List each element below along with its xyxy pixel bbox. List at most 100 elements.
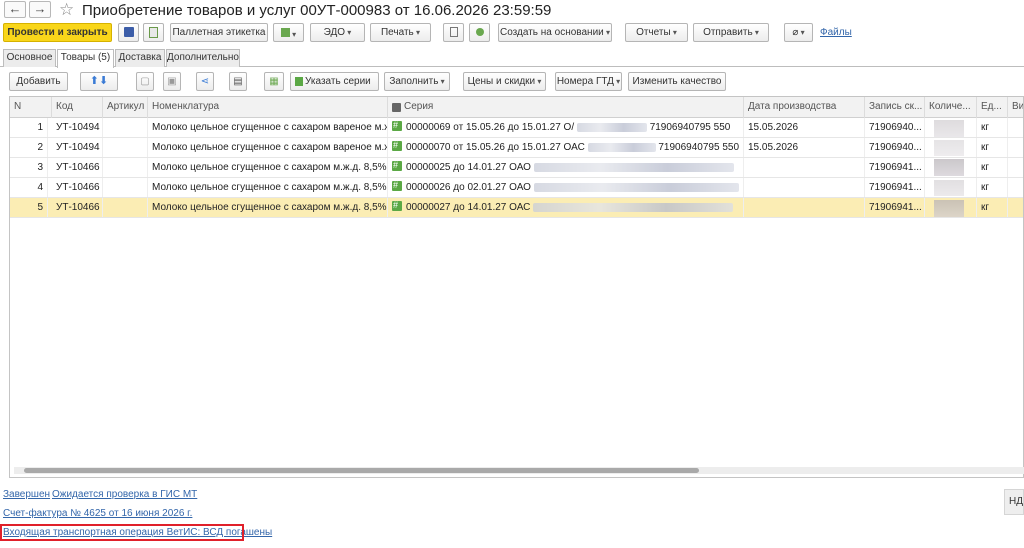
series-text: 00000070 от 15.05.26 до 15.01.27 ОАС [406,142,585,153]
gtd-numbers-button[interactable]: Номера ГТД [555,72,622,91]
pallet-label-button[interactable]: Паллетная этикетка [170,23,268,42]
table-row[interactable]: 4 УТ-10466 Молоко цельное сгущенное с са… [10,178,1023,198]
prices-label: Цены и скидки [467,76,536,87]
cell-code: УТ-10494 [52,138,103,157]
col-quantity[interactable]: Количе... [925,97,977,118]
col-record[interactable]: Запись ск... [865,97,925,118]
col-n[interactable]: N [10,97,52,118]
tab-bar: Основное Товары (5) Доставка Дополнитель… [0,49,1024,68]
cell-record: 71906940... [865,138,925,157]
cell-nomenclature: Молоко цельное сгущенное с сахаром м.ж.д… [148,158,388,177]
invoice-link[interactable]: Счет-фактура № 4625 от 16 июня 2026 г. [3,508,192,519]
cell-production-date [744,198,865,217]
cell-series: 00000025 до 14.01.27 ОАО [388,158,744,177]
col-article[interactable]: Артикул [103,97,148,118]
cell-n: 3 [10,158,48,177]
share-icon[interactable]: ⋖ [196,72,214,91]
cell-code: УТ-10466 [52,158,103,177]
list-icon[interactable] [443,23,464,42]
send-button[interactable]: Отправить [693,23,769,42]
nds-field[interactable]: НДС [1004,489,1024,515]
col-nomenclature[interactable]: Номенклатура [148,97,388,118]
change-quality-button[interactable]: Изменить качество [628,72,726,91]
redacted-quantity [934,120,964,137]
edo-label: ЭДО [323,27,346,38]
files-link[interactable]: Файлы [820,27,852,38]
horizontal-scrollbar[interactable] [14,467,1024,474]
copy-icon[interactable]: ▢ [136,72,154,91]
tab-additional[interactable]: Дополнительно [166,49,240,67]
reports-button[interactable]: Отчеты [625,23,688,42]
table-header: N Код Артикул Номенклатура Серия Дата пр… [10,97,1023,118]
scrollbar-thumb[interactable] [24,468,699,473]
cell-nomenclature: Молоко цельное сгущенное с сахаром м.ж.д… [148,178,388,197]
status-gis-check-link[interactable]: Ожидается проверка в ГИС МТ [52,489,197,500]
redacted-quantity [934,140,964,156]
tab-goods[interactable]: Товары (5) [57,49,114,68]
back-button[interactable]: ← [4,1,26,18]
series-text: 00000026 до 02.01.27 ОАО [406,182,531,193]
edo-button[interactable]: ЭДО [310,23,365,42]
tab-delivery[interactable]: Доставка [115,49,165,67]
prices-discounts-button[interactable]: Цены и скидки [463,72,546,91]
cell-series: 00000026 до 02.01.27 ОАО [388,178,744,197]
gtd-label: Номера ГТД [556,76,614,87]
redacted-text [533,202,734,212]
print-button[interactable]: Печать [370,23,431,42]
send-label: Отправить [703,27,753,38]
col-series[interactable]: Серия [388,97,744,118]
print-label: Печать [380,27,414,38]
cell-production-date: 15.05.2026 [744,138,865,157]
favorite-star-icon[interactable]: ☆ [59,0,74,20]
page-title: Приобретение товаров и услуг 00УТ-000983… [82,2,552,19]
barcode-icon[interactable]: ▤ [229,72,247,91]
cell-code: УТ-10466 [52,198,103,217]
series-icon [392,118,402,135]
forward-button[interactable]: → [29,1,51,18]
redacted-text [533,162,734,172]
col-unit[interactable]: Ед... [977,97,1008,118]
fill-button[interactable]: Заполнить [384,72,450,91]
post-and-close-button[interactable]: Провести и закрыть [3,23,112,42]
highlight-box [0,524,244,541]
col-type[interactable]: Ви [1008,97,1023,118]
cell-article [103,178,148,197]
redacted-quantity [934,180,964,196]
cell-n: 1 [10,118,48,137]
table-row[interactable]: 1 УТ-10494 Молоко цельное сгущенное с са… [10,118,1023,138]
specify-series-button[interactable]: Указать серии [290,72,379,91]
series-icon [295,77,303,86]
check-doc-icon[interactable]: ▦ [264,72,284,91]
goods-table[interactable]: N Код Артикул Номенклатура Серия Дата пр… [9,96,1024,478]
redacted-quantity [934,200,964,217]
table-row-selected[interactable]: 5 УТ-10466 Молоко цельное сгущенное с са… [10,198,1023,218]
create-based-on-button[interactable]: Создать на основании [498,23,612,42]
main-toolbar: Провести и закрыть Паллетная этикетка ЭД… [0,23,1024,43]
create-based-label: Создать на основании [500,27,604,38]
cell-n: 2 [10,138,48,157]
add-button[interactable]: Добавить [9,72,68,91]
col-code[interactable]: Код [52,97,103,118]
title-bar: ← → ☆ Приобретение товаров и услуг 00УТ-… [0,0,1024,22]
status-done-link[interactable]: Завершен [3,489,50,500]
move-up-down-icon[interactable]: ⬆⬇ [80,72,118,91]
series-icon [392,138,402,155]
cell-code: УТ-10466 [52,178,103,197]
post-icon[interactable] [143,23,164,42]
cell-unit: кг [977,158,1008,177]
cell-n: 4 [10,178,48,197]
cell-production-date [744,178,865,197]
attach-clip-icon[interactable]: ⌀ [784,23,813,42]
delete-icon[interactable]: ▣ [163,72,181,91]
structure-icon[interactable] [273,23,304,42]
cell-series: 00000027 до 14.01.27 ОАС [388,198,744,217]
tab-main[interactable]: Основное [3,49,56,67]
table-row[interactable]: 2 УТ-10494 Молоко цельное сгущенное с са… [10,138,1023,158]
cell-record: 71906941... [865,178,925,197]
cell-article [103,118,148,137]
sign-icon[interactable] [469,23,490,42]
series-icon [392,198,402,215]
save-icon[interactable] [118,23,139,42]
table-row[interactable]: 3 УТ-10466 Молоко цельное сгущенное с са… [10,158,1023,178]
col-production-date[interactable]: Дата производства [744,97,865,118]
